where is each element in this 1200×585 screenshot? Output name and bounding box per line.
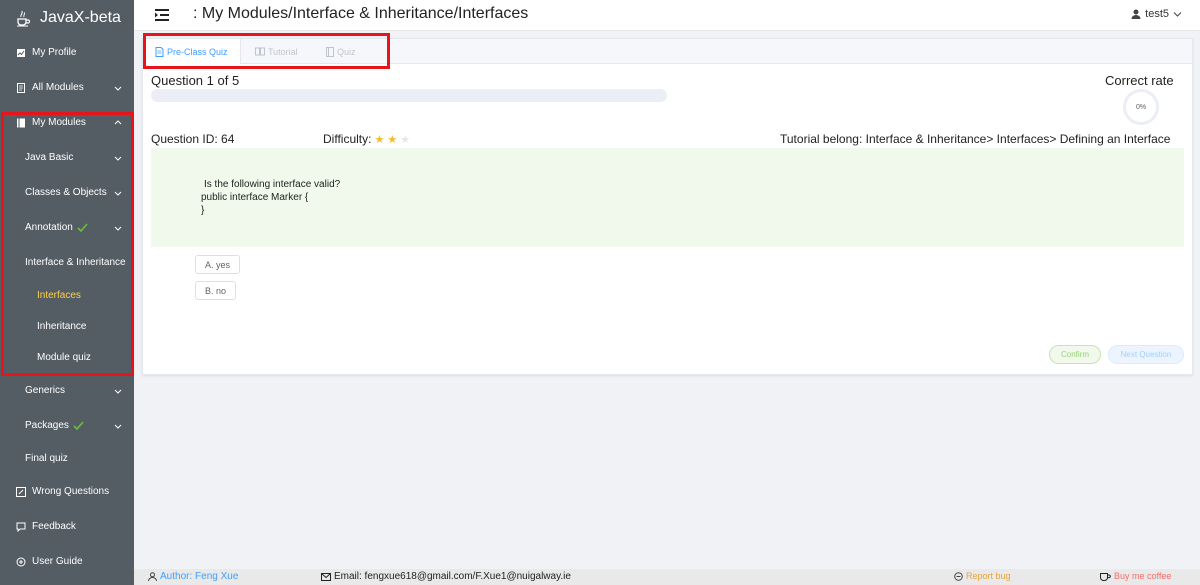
user-menu[interactable]: test5 <box>1131 8 1182 20</box>
progress-bar <box>151 89 667 102</box>
highlight-box-tabs <box>143 33 390 69</box>
sidebar-item-feedback[interactable]: Feedback <box>0 509 134 544</box>
report-bug-text: Report bug <box>966 571 1011 581</box>
option-a-button[interactable]: A. yes <box>195 255 240 274</box>
chat-icon <box>16 522 26 532</box>
footer-email: Email: fengxue618@gmail.com/F.Xue1@nuiga… <box>321 571 571 582</box>
footer-author[interactable]: Author: Feng Xue <box>148 571 238 582</box>
sidebar-item-packages[interactable]: Packages <box>0 408 134 443</box>
coffee-icon <box>1100 572 1111 581</box>
user-icon <box>1131 9 1141 19</box>
chevron-down-icon <box>114 424 122 429</box>
user-icon <box>148 572 157 581</box>
chevron-down-icon <box>1173 11 1182 17</box>
sidebar-item-label: My Profile <box>32 47 77 58</box>
footer: Author: Feng Xue Email: fengxue618@gmail… <box>134 569 1200 585</box>
sidebar-item-wrong-questions[interactable]: Wrong Questions <box>0 474 134 509</box>
sidebar-item-label: User Guide <box>32 556 83 567</box>
user-name: test5 <box>1145 8 1169 20</box>
question-count: Question 1 of 5 <box>151 73 240 88</box>
report-bug-link[interactable]: Report bug <box>954 571 1011 581</box>
buy-coffee-link[interactable]: Buy me coffee <box>1100 571 1171 581</box>
sidebar-item-label: Feedback <box>32 521 76 532</box>
footer-email-text: Email: fengxue618@gmail.com/F.Xue1@nuiga… <box>334 571 571 582</box>
question-line: Is the following interface valid? <box>204 179 341 190</box>
profile-icon <box>16 48 26 58</box>
chevron-down-icon <box>114 86 122 91</box>
correct-rate-label: Correct rate <box>1105 73 1174 88</box>
sidebar-item-label: Packages <box>25 420 69 431</box>
question-box: Is the following interface valid? public… <box>151 148 1184 247</box>
sidebar-item-label: Wrong Questions <box>32 486 110 497</box>
difficulty-stars: ★ ★ ★ <box>371 132 410 146</box>
question-text: Is the following interface valid? public… <box>201 178 340 217</box>
java-cup-icon <box>14 9 32 27</box>
correct-rate-ring: 0% <box>1123 89 1159 125</box>
mail-icon <box>321 572 331 581</box>
chevron-down-icon <box>114 389 122 394</box>
sidebar-item-label: All Modules <box>32 82 84 93</box>
sidebar-item-my-profile[interactable]: My Profile <box>0 35 134 70</box>
tutorial-belong: Tutorial belong: Interface & Inheritance… <box>780 132 1171 146</box>
brand[interactable]: JavaX-beta <box>0 0 134 36</box>
sidebar-item-generics[interactable]: Generics <box>0 373 134 408</box>
question-line: public interface Marker { <box>201 192 309 203</box>
footer-author-text: Author: Feng Xue <box>160 571 239 582</box>
check-icon <box>73 421 84 430</box>
difficulty: Difficulty: ★ ★ ★ <box>323 132 410 146</box>
sidebar-item-label: Final quiz <box>25 453 68 464</box>
sidebar-item-user-guide[interactable]: User Guide <box>0 544 134 579</box>
star-icon: ★ <box>374 134 385 146</box>
option-b-button[interactable]: B. no <box>195 281 236 300</box>
guide-icon <box>16 557 26 567</box>
question-line: } <box>201 205 205 216</box>
top-header: : My Modules/Interface & Inheritance/Int… <box>134 0 1200 31</box>
chat-icon <box>954 571 963 581</box>
sidebar-item-final-quiz[interactable]: Final quiz <box>0 441 134 476</box>
edit-icon <box>16 486 26 497</box>
question-id: Question ID: 64 <box>151 132 235 146</box>
correct-rate-value: 0% <box>1135 103 1147 111</box>
next-question-button[interactable]: Next Question <box>1108 345 1184 364</box>
buy-coffee-text: Buy me coffee <box>1114 571 1172 581</box>
difficulty-label: Difficulty: <box>323 132 372 146</box>
sidebar-item-all-modules[interactable]: All Modules <box>0 70 134 105</box>
page-title: : My Modules/Interface & Inheritance/Int… <box>193 5 529 22</box>
star-icon: ★ <box>387 134 398 146</box>
sidebar-item-label: Generics <box>25 385 66 396</box>
menu-toggle-icon[interactable] <box>154 8 170 22</box>
confirm-button[interactable]: Confirm <box>1049 345 1101 364</box>
star-icon: ★ <box>400 134 411 146</box>
brand-name: JavaX-beta <box>40 9 121 26</box>
modules-icon <box>16 82 26 93</box>
highlight-box-my-modules <box>1 112 134 376</box>
